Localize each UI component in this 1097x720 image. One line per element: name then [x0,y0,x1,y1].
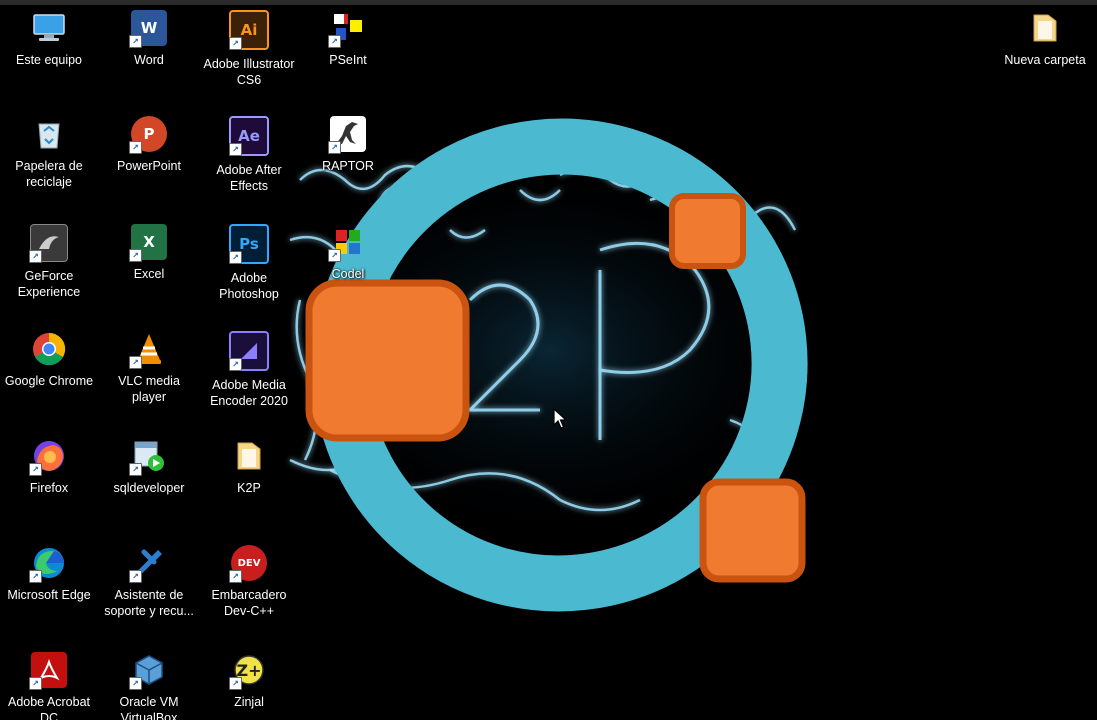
desktop-icon-acrobat[interactable]: ↗ Adobe Acrobat DC [1,652,97,720]
recycle-bin-icon [31,116,67,152]
excel-icon: X ↗ [129,224,167,262]
logo-square-small [669,193,746,269]
desktop-icon-firefox[interactable]: ↗ Firefox [1,438,97,496]
desktop-icon-este-equipo[interactable]: Este equipo [1,10,97,68]
shortcut-arrow-icon: ↗ [29,677,42,690]
acrobat-icon: ↗ [29,652,67,690]
computer-icon [31,10,67,46]
shortcut-arrow-icon: ↗ [129,463,142,476]
shortcut-arrow-icon: ↗ [129,356,142,369]
vlc-icon: ↗ [129,331,167,369]
illustrator-icon: Ai ↗ [229,10,269,50]
folder-icon [1027,10,1063,46]
shortcut-arrow-icon: ↗ [129,35,142,48]
desktop-icon-nueva-carpeta[interactable]: Nueva carpeta [997,10,1093,68]
desktop-icon-virtualbox[interactable]: ↗ Oracle VM VirtualBox [101,652,197,720]
desktop-icon-word[interactable]: W ↗ Word [101,10,197,68]
geforce-icon: ↗ [29,224,68,263]
desktop-icon-k2p[interactable]: K2P [201,438,297,496]
shortcut-arrow-icon: ↗ [129,677,142,690]
raptor-icon: ↗ [328,116,366,154]
desktop-icon-photoshop[interactable]: Ps ↗ Adobe Photoshop [201,224,297,302]
shortcut-arrow-icon: ↗ [229,677,242,690]
shortcut-arrow-icon: ↗ [328,249,341,262]
devcpp-icon: DEV ↗ [229,545,267,583]
sqldeveloper-icon: ↗ [129,438,167,476]
powerpoint-icon: P ↗ [129,116,167,154]
media-encoder-icon: ↗ [229,331,269,371]
desktop-icon-papelera[interactable]: Papelera de reciclaje [1,116,97,190]
zinjal-icon: Z+ ↗ [229,652,267,690]
shortcut-arrow-icon: ↗ [229,37,242,50]
shortcut-arrow-icon: ↗ [29,570,42,583]
word-icon: W ↗ [129,10,167,48]
desktop-icon-pseint[interactable]: ↗ PSeInt [300,10,396,68]
codeblocks-icon: ↗ [328,224,366,262]
desktop-icon-vlc[interactable]: ↗ VLC media player [101,331,197,405]
shortcut-arrow-icon: ↗ [129,570,142,583]
edge-icon: ↗ [29,545,67,583]
desktop-icon-devcpp[interactable]: DEV ↗ Embarcadero Dev-C++ [201,545,297,619]
desktop-icon-powerpoint[interactable]: P ↗ PowerPoint [101,116,197,174]
photoshop-icon: Ps ↗ [229,224,269,264]
desktop-icon-after-effects[interactable]: Ae ↗ Adobe After Effects [201,116,297,194]
after-effects-icon: Ae ↗ [229,116,269,156]
desktop-icon-chrome[interactable]: Google Chrome [1,331,97,389]
folder-icon [231,438,267,474]
mouse-cursor-icon [553,408,567,429]
shortcut-arrow-icon: ↗ [328,141,341,154]
desktop[interactable]: Este equipo W ↗ Word Ai ↗ Adobe Illustrato… [0,0,1097,720]
desktop-icon-geforce[interactable]: ↗ GeForce Experience [1,224,97,300]
support-assistant-icon: ↗ [129,545,167,583]
shortcut-arrow-icon: ↗ [229,570,242,583]
shortcut-arrow-icon: ↗ [229,358,242,371]
shortcut-arrow-icon: ↗ [229,251,242,264]
shortcut-arrow-icon: ↗ [129,141,142,154]
shortcut-arrow-icon: ↗ [129,249,142,262]
desktop-icon-edge[interactable]: ↗ Microsoft Edge [1,545,97,603]
desktop-icon-asistente[interactable]: ↗ Asistente de soporte y recu... [101,545,197,619]
firefox-icon: ↗ [29,438,67,476]
desktop-icon-illustrator[interactable]: Ai ↗ Adobe Illustrator CS6 [201,10,297,88]
shortcut-arrow-icon: ↗ [229,143,242,156]
logo-square-medium [699,478,806,583]
desktop-icon-media-encoder[interactable]: ↗ Adobe Media Encoder 2020 [201,331,297,409]
shortcut-arrow-icon: ↗ [29,463,42,476]
desktop-icon-raptor[interactable]: ↗ RAPTOR [300,116,396,174]
desktop-icon-excel[interactable]: X ↗ Excel [101,224,197,282]
pseint-icon: ↗ [328,10,366,48]
desktop-icon-codeblocks[interactable]: ↗ Codel [300,224,396,282]
desktop-icon-sqldeveloper[interactable]: ↗ sqldeveloper [101,438,197,496]
chrome-icon [31,331,67,367]
logo-square-large [305,279,470,442]
desktop-icon-zinjal[interactable]: Z+ ↗ Zinjal [201,652,297,710]
shortcut-arrow-icon: ↗ [328,35,341,48]
virtualbox-icon: ↗ [129,652,167,690]
shortcut-arrow-icon: ↗ [29,250,42,263]
